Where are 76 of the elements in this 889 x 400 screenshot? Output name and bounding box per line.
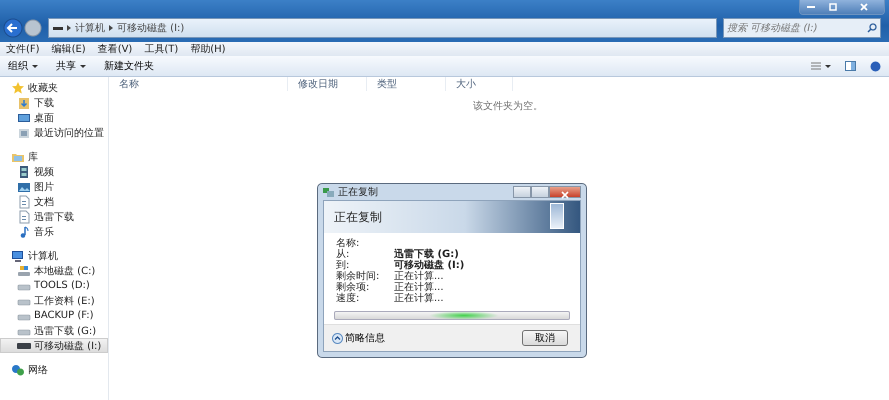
- toolbar-button[interactable]: 新建文件夹: [104, 59, 154, 73]
- maximize-button[interactable]: [531, 186, 549, 198]
- sidebar-item[interactable]: 图片: [0, 179, 108, 194]
- sidebar-item[interactable]: BACKUP (F:): [0, 308, 108, 323]
- sidebar-item[interactable]: 网络: [0, 362, 108, 377]
- column-header[interactable]: 类型: [367, 77, 446, 91]
- column-header[interactable]: 修改日期: [288, 77, 367, 91]
- document-icon: [17, 210, 31, 224]
- sidebar-item[interactable]: TOOLS (D:): [0, 278, 108, 293]
- details-toggle[interactable]: 简略信息: [332, 331, 385, 345]
- sidebar-item[interactable]: 音乐: [0, 224, 108, 239]
- minimize-button[interactable]: [800, 0, 822, 14]
- sidebar-item[interactable]: 下载: [0, 95, 108, 110]
- close-button[interactable]: [549, 186, 581, 198]
- sidebar-item[interactable]: 本地磁盘 (C:): [0, 263, 108, 278]
- copy-icon: [323, 188, 334, 196]
- drive-icon: [53, 26, 63, 30]
- document-icon: [17, 194, 31, 208]
- sidebar-item[interactable]: 桌面: [0, 110, 108, 125]
- drive-icon: [17, 264, 31, 278]
- menu-item[interactable]: 编辑(E): [52, 42, 86, 56]
- field-value: 可移动磁盘 (I:): [394, 260, 466, 271]
- search-icon[interactable]: [867, 23, 877, 33]
- field-label: 名称:: [336, 238, 360, 249]
- field-value: 正在计算...: [394, 282, 445, 293]
- forward-button[interactable]: [24, 19, 42, 37]
- film-icon: [17, 164, 31, 178]
- menu-item[interactable]: 文件(F): [6, 42, 40, 56]
- menu-item[interactable]: 帮助(H): [190, 42, 226, 56]
- search-field[interactable]: 搜索 可移动磁盘 (I:): [727, 22, 867, 34]
- sidebar-item[interactable]: 视频: [0, 164, 108, 179]
- dialog-title: 正在复制: [338, 186, 378, 199]
- breadcrumb[interactable]: 可移动磁盘 (I:): [117, 21, 184, 35]
- field-value: 正在计算...: [394, 293, 445, 304]
- empty-folder-message: 该文件夹为空。: [473, 100, 544, 113]
- menu-item[interactable]: 工具(T): [144, 42, 178, 56]
- toolbar-button[interactable]: 共享: [56, 59, 86, 73]
- close-icon: [860, 3, 868, 11]
- cancel-button[interactable]: 取消: [522, 330, 568, 346]
- field-label: 到:: [336, 260, 350, 271]
- restore-icon: [829, 3, 837, 11]
- menu-item[interactable]: 查看(V): [98, 42, 132, 56]
- preview-pane-icon[interactable]: [845, 61, 856, 71]
- close-button[interactable]: [844, 0, 884, 14]
- sidebar-item[interactable]: 迅雷下载 (G:): [0, 323, 108, 338]
- minimize-button[interactable]: [513, 186, 531, 198]
- sidebar-item[interactable]: 可移动磁盘 (I:): [0, 338, 108, 353]
- field-label: 速度:: [336, 293, 360, 304]
- field-value: 正在计算...: [394, 271, 445, 282]
- view-options-icon[interactable]: [811, 62, 831, 70]
- sidebar-item[interactable]: 迅雷下载: [0, 209, 108, 224]
- column-header[interactable]: 大小: [446, 77, 513, 91]
- sidebar-item[interactable]: 收藏夹: [0, 80, 108, 95]
- sidebar-item[interactable]: 计算机: [0, 248, 108, 263]
- breadcrumb[interactable]: 计算机: [75, 21, 105, 35]
- star-icon: [11, 80, 25, 94]
- help-icon[interactable]: [870, 60, 881, 72]
- field-label: 从:: [336, 249, 350, 260]
- search-box[interactable]: 搜索 可移动磁盘 (I:): [723, 18, 881, 38]
- network-icon: [11, 362, 25, 376]
- field-label: 剩余时间:: [336, 271, 380, 282]
- window-graphic: [550, 203, 564, 229]
- dialog-heading: 正在复制: [334, 208, 382, 226]
- sidebar-item[interactable]: 最近访问的位置: [0, 125, 108, 140]
- toolbar-button[interactable]: 组织: [8, 59, 38, 73]
- sidebar-item[interactable]: 工作资料 (E:): [0, 293, 108, 308]
- field-value: 迅雷下载 (G:): [394, 249, 460, 260]
- field-label: 剩余项:: [336, 282, 370, 293]
- back-button[interactable]: [3, 18, 23, 38]
- chevron-up-icon: [332, 332, 343, 344]
- sidebar-item[interactable]: 文档: [0, 194, 108, 209]
- sidebar-item[interactable]: 库: [0, 149, 108, 164]
- address-bar[interactable]: 计算机 可移动磁盘 (I:): [48, 18, 717, 38]
- computer-icon: [11, 248, 25, 262]
- minimize-icon: [807, 6, 815, 8]
- column-header[interactable]: 名称: [109, 77, 288, 91]
